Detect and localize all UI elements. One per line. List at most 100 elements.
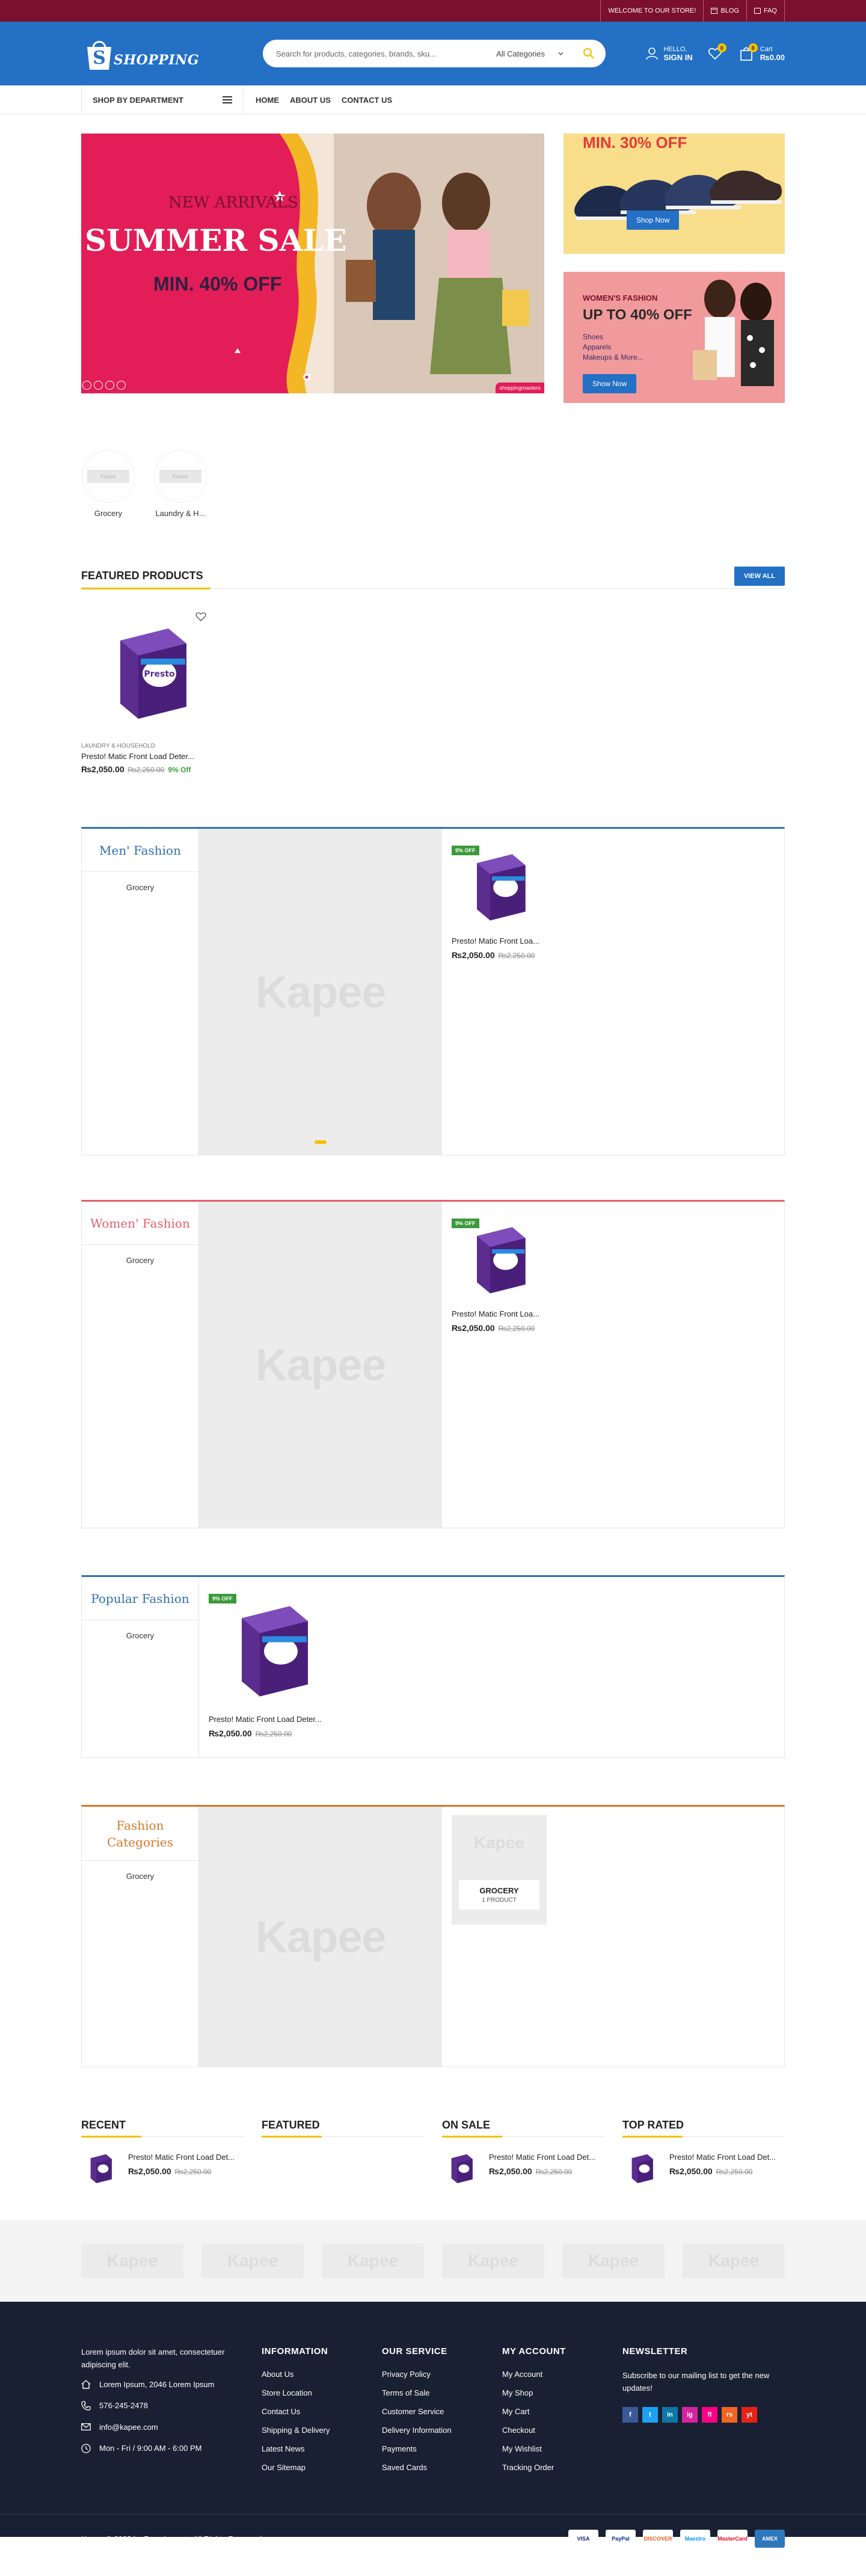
instagram-icon[interactable]: ig (682, 2406, 698, 2423)
section-title: Men' Fashion (82, 829, 198, 872)
linkedin-icon[interactable]: in (662, 2406, 678, 2423)
footer-link[interactable]: Our Sitemap (262, 2463, 382, 2472)
hero-discount: MIN. 40% OFF (153, 273, 282, 295)
category-grocery[interactable]: Kapee Grocery (81, 450, 135, 518)
brand-logo[interactable]: Kapee (683, 2243, 785, 2278)
footer-link[interactable]: My Wishlist (502, 2444, 622, 2453)
list-item-name[interactable]: Presto! Matic Front Load Det... (489, 2153, 595, 2162)
brand-logo[interactable]: Kapee (81, 2243, 183, 2278)
footer-link[interactable]: Shipping & Delivery (262, 2426, 382, 2435)
twitter-icon[interactable]: t (642, 2406, 658, 2423)
list-item-name[interactable]: Presto! Matic Front Load Det... (128, 2153, 235, 2162)
search-bar[interactable]: Search for products, categories, brands,… (263, 40, 606, 67)
footer-link[interactable]: Customer Service (382, 2407, 502, 2416)
product-card[interactable]: 9% OFF Presto! Matic Front Load Deter...… (199, 1577, 355, 1757)
list-item[interactable]: Presto! Matic Front Load Det... ₨2,050.0… (81, 2150, 244, 2186)
visa-icon: VISA (568, 2530, 598, 2548)
brand-logo[interactable]: Kapee (322, 2243, 424, 2278)
search-input[interactable]: Search for products, categories, brands,… (276, 49, 496, 58)
nav-contact-us[interactable]: CONTACT US (342, 96, 392, 105)
footer-link[interactable]: Payments (382, 2444, 502, 2453)
footer-link[interactable]: Delivery Information (382, 2426, 502, 2435)
list-item-image[interactable] (442, 2150, 478, 2186)
footer-link[interactable]: My Shop (502, 2388, 622, 2397)
list-item[interactable]: Presto! Matic Front Load Det... ₨2,050.0… (442, 2150, 604, 2186)
product-old-price: ₨2,250.00 (498, 1324, 535, 1333)
section-category-grocery[interactable]: Grocery (82, 1861, 198, 1892)
wishlist-button[interactable]: 0 (706, 43, 726, 63)
brand-logo[interactable]: Kapee (201, 2243, 304, 2278)
hero-banner[interactable]: NEW ARRIVALS SUMMER SALE MIN. 40% OFF sh… (81, 134, 544, 393)
product-image[interactable]: 9% OFF (452, 1219, 542, 1300)
category-card-grocery[interactable]: Kapee GROCERY 1 PRODUCT (442, 1807, 556, 2067)
list-item-image[interactable] (81, 2150, 117, 2186)
list-item-name[interactable]: Presto! Matic Front Load Det... (669, 2153, 776, 2162)
promo-banner-womens-fashion[interactable]: WOMEN'S FASHION UP TO 40% OFF Shoes Appa… (564, 272, 785, 403)
list-item-image[interactable] (622, 2150, 659, 2186)
nav-home[interactable]: HOME (256, 96, 279, 105)
product-image[interactable]: 9% OFF (209, 1594, 329, 1705)
cart-button[interactable]: 0 Cart ₨0.00 (737, 43, 785, 63)
product-image[interactable]: Presto (81, 606, 213, 738)
footer-link[interactable]: Store Location (262, 2388, 382, 2397)
category-laundry[interactable]: Kapee Laundry & H... (153, 450, 207, 518)
section-banner[interactable]: Kapee (199, 1202, 442, 1528)
footer-link[interactable]: Contact Us (262, 2407, 382, 2416)
nav-about-us[interactable]: ABOUT US (290, 96, 331, 105)
section-banner[interactable]: Kapee (199, 829, 442, 1155)
show-now-button[interactable]: Show Now (583, 374, 637, 393)
facebook-icon[interactable]: f (622, 2406, 638, 2423)
phone-icon (81, 2400, 91, 2411)
flickr-icon[interactable]: fl (702, 2406, 717, 2423)
product-name[interactable]: Presto! Matic Front Load Deter... (209, 1715, 346, 1724)
footer-link[interactable]: Saved Cards (382, 2463, 502, 2472)
footer-link[interactable]: Checkout (502, 2426, 622, 2435)
detergent-box-image (90, 2154, 112, 2183)
popular-fashion-section: Popular Fashion Grocery 9% OFF Presto! M… (81, 1575, 785, 1758)
promo-banner-shoes[interactable]: MIN. 30% OFF Shop Now (564, 134, 785, 254)
product-image[interactable]: 9% OFF (452, 846, 542, 927)
add-to-wishlist-icon[interactable] (195, 612, 206, 621)
section-category-grocery[interactable]: Grocery (82, 1245, 198, 1276)
product-card[interactable]: Presto LAUNDRY & HOUSEHOLD Presto! Matic… (81, 606, 213, 774)
footer-email[interactable]: info@kapee.com (81, 2423, 250, 2432)
brand-logo[interactable]: Kapee (442, 2243, 544, 2278)
section-banner[interactable]: Kapee (199, 1807, 442, 2067)
copyright-text: Kapee © 2023 by PressLayouts All Rights … (81, 2534, 264, 2544)
logo[interactable]: S SHOPPING (81, 35, 262, 72)
top-bar: WELCOME TO OUR STORE! BLOG FAQ (0, 0, 866, 22)
shop-now-button[interactable]: Shop Now (627, 211, 680, 230)
search-button[interactable] (577, 43, 601, 64)
footer-link[interactable]: About Us (262, 2370, 382, 2379)
footer-link[interactable]: Tracking Order (502, 2463, 622, 2472)
clock-icon (81, 2443, 91, 2453)
featured-products-header: FEATURED PRODUCTS VIEW ALL (81, 564, 785, 589)
footer-link[interactable]: My Cart (502, 2407, 622, 2416)
list-item[interactable]: Presto! Matic Front Load Det... ₨2,050.0… (622, 2150, 785, 2186)
youtube-icon[interactable]: yt (742, 2406, 757, 2423)
product-category[interactable]: LAUNDRY & HOUSEHOLD (81, 743, 213, 749)
svg-text:S: S (93, 48, 106, 69)
shop-by-department-button[interactable]: SHOP BY DEPARTMENT (81, 85, 244, 114)
category-select[interactable]: All Categories (496, 49, 577, 58)
section-category-grocery[interactable]: Grocery (82, 872, 198, 903)
footer-link[interactable]: My Account (502, 2370, 622, 2379)
product-card[interactable]: 9% OFF Presto! Matic Front Loa... ₨2,050… (442, 1202, 574, 1528)
footer-link[interactable]: Privacy Policy (382, 2370, 502, 2379)
footer-phone[interactable]: 576-245-2478 (81, 2400, 250, 2411)
faq-link[interactable]: FAQ (746, 0, 785, 22)
product-card[interactable]: 9% OFF Presto! Matic Front Loa... ₨2,050… (442, 829, 574, 1155)
product-name[interactable]: Presto! Matic Front Loa... (452, 936, 565, 945)
sign-in-link[interactable]: HELLO, SIGN IN (645, 46, 693, 62)
slider-dot[interactable] (315, 1140, 327, 1144)
brand-logo[interactable]: Kapee (562, 2243, 665, 2278)
product-name[interactable]: Presto! Matic Front Load Deter... (81, 752, 213, 761)
section-category-grocery[interactable]: Grocery (82, 1620, 198, 1651)
rss-icon[interactable]: rs (722, 2406, 737, 2423)
blog-link[interactable]: BLOG (703, 0, 746, 22)
footer-link[interactable]: Latest News (262, 2444, 382, 2453)
footer-link[interactable]: Terms of Sale (382, 2388, 502, 2397)
product-name[interactable]: Presto! Matic Front Loa... (452, 1309, 565, 1318)
featured-list: FEATURED (262, 2119, 424, 2186)
view-all-button[interactable]: VIEW ALL (734, 566, 785, 586)
